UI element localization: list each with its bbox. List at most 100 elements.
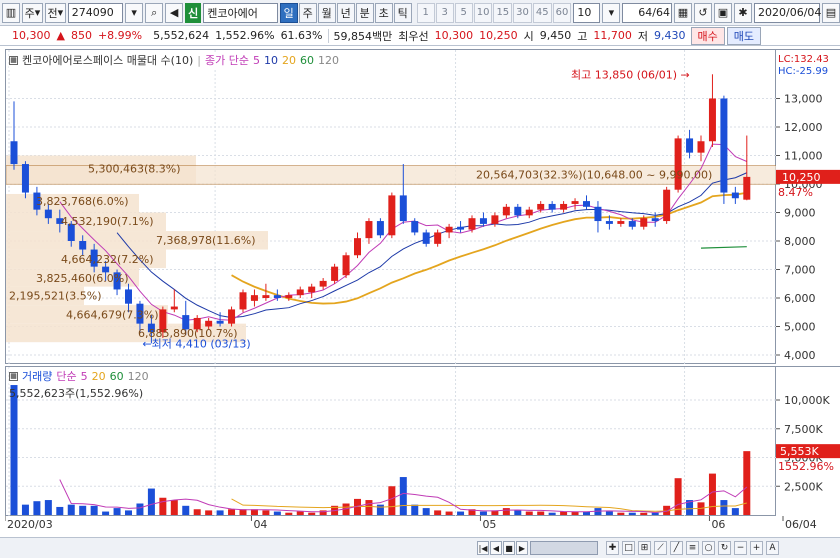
save-button[interactable]: ▣ bbox=[714, 2, 732, 23]
scroll-next-button[interactable]: ▶ bbox=[516, 541, 528, 555]
grid-icon: ▦ bbox=[677, 6, 689, 19]
volume-bar bbox=[651, 512, 659, 515]
volume-bar bbox=[411, 504, 419, 515]
interval-button[interactable]: 3 bbox=[435, 2, 454, 23]
candle-body bbox=[296, 289, 304, 296]
market-selector[interactable]: 전 ▾ bbox=[44, 2, 66, 23]
price-tick-label: 5,000 bbox=[784, 321, 816, 334]
high-price: 11,700 bbox=[593, 29, 632, 42]
minus-icon[interactable]: − bbox=[734, 541, 747, 555]
interval-button[interactable]: 60 bbox=[552, 2, 572, 23]
volume-bar bbox=[365, 500, 373, 515]
candle-body bbox=[319, 280, 327, 287]
volume-chart-pane[interactable]: ▦ 거래량 단순 5 20 60 120 5,552,623주(1,552.96… bbox=[5, 366, 777, 517]
interval-buttons: 1 3 5 10 15 30 45 60 bbox=[416, 2, 572, 23]
crosshair-icon[interactable]: ✚ bbox=[606, 541, 619, 555]
scroll-thumb[interactable] bbox=[530, 541, 598, 555]
legend-ma120: 120 bbox=[317, 53, 339, 67]
trade-amount: 59,854백만 bbox=[333, 29, 393, 43]
candle-body bbox=[640, 218, 648, 227]
search-button[interactable]: ⌕ bbox=[145, 2, 164, 23]
candle-body bbox=[273, 295, 281, 298]
volume-bar bbox=[525, 511, 533, 515]
price-tick-label: 9,000 bbox=[784, 207, 816, 220]
interval-button[interactable]: 1 bbox=[416, 2, 435, 23]
volume-bar bbox=[399, 477, 407, 515]
volume-bar bbox=[170, 500, 178, 515]
period-tab[interactable]: 월 bbox=[317, 2, 336, 23]
interval-dropdown-button[interactable]: ▾ bbox=[602, 2, 621, 23]
high-annotation: 최고 13,850 (06/01) → bbox=[571, 68, 690, 81]
volume-bar bbox=[216, 510, 224, 515]
buy-button[interactable]: 매수 bbox=[690, 26, 725, 45]
volume-bar bbox=[388, 486, 396, 515]
chart-type-icon[interactable]: ▥ bbox=[2, 2, 20, 23]
interval-button[interactable]: 15 bbox=[493, 2, 513, 23]
candle-body bbox=[21, 164, 29, 193]
candle-body bbox=[720, 98, 728, 193]
settings-button[interactable]: ✱ bbox=[734, 2, 752, 23]
stock-code-input[interactable]: 274090 bbox=[67, 2, 124, 23]
circle-icon[interactable]: ○ bbox=[702, 541, 715, 555]
candle-body bbox=[571, 201, 579, 204]
refresh-icon[interactable]: ↻ bbox=[718, 541, 731, 555]
fib-icon[interactable]: ≡ bbox=[686, 541, 699, 555]
volume-bar bbox=[720, 500, 728, 515]
candle-body bbox=[697, 141, 705, 153]
up-arrow-icon: ▲ bbox=[56, 29, 65, 42]
type-selector[interactable]: 주 ▾ bbox=[22, 2, 43, 23]
high-label: 고 bbox=[577, 29, 588, 43]
legend-ma60: 60 bbox=[299, 53, 314, 67]
volume-profile-label: 7,368,978(11.6%) bbox=[156, 234, 256, 247]
current-volume-pct: 1552.96% bbox=[778, 460, 834, 473]
square-icon[interactable]: □ bbox=[622, 541, 635, 555]
scroll-prev-button[interactable]: ◀ bbox=[490, 541, 502, 555]
period-tab[interactable]: 초 bbox=[374, 2, 393, 23]
interval-button[interactable]: 10 bbox=[473, 2, 493, 23]
zoom-icon[interactable]: ⊞ bbox=[638, 541, 651, 555]
scroll-first-button[interactable]: |◀ bbox=[477, 541, 489, 555]
date-input[interactable]: 2020/06/04 bbox=[754, 2, 821, 23]
volume-bar bbox=[44, 500, 52, 515]
volume-bar bbox=[479, 511, 487, 515]
interval-button[interactable]: 30 bbox=[513, 2, 532, 23]
candle-body bbox=[663, 189, 671, 222]
volume-bar bbox=[434, 510, 442, 515]
sell-button[interactable]: 매도 bbox=[726, 26, 761, 45]
interval-button[interactable]: 45 bbox=[532, 2, 552, 23]
interval-button[interactable]: 5 bbox=[454, 2, 473, 23]
sound-button[interactable]: ◀ bbox=[165, 2, 184, 23]
period-tab[interactable]: 틱 bbox=[393, 2, 412, 23]
volume-profile-label: 4,664,679(7.3%) bbox=[66, 309, 159, 322]
period-tab[interactable]: 분 bbox=[355, 2, 374, 23]
volume-bar bbox=[376, 504, 384, 515]
time-tick-label: 04 bbox=[253, 518, 267, 531]
volume-bar bbox=[422, 508, 430, 515]
calendar-button[interactable]: ▤ bbox=[822, 2, 840, 23]
candle-body bbox=[434, 232, 442, 244]
volume-bar bbox=[296, 511, 304, 515]
volume-profile-label: 20,564,703(32.3%)(10,648.00 ~ 9,990.00) bbox=[476, 169, 712, 182]
time-axis: 2020/03 04 05 06 06/04 bbox=[5, 516, 840, 532]
grid-button[interactable]: ▦ bbox=[674, 2, 692, 23]
current-price-tag-text: 10,250 bbox=[782, 171, 821, 184]
save-icon: ▣ bbox=[717, 6, 729, 19]
line-icon[interactable]: ╱ bbox=[670, 541, 683, 555]
search-icon: ⌕ bbox=[151, 5, 158, 19]
price-chart-pane[interactable]: 5,300,463(8.3%) 20,564,703(32.3%)(10,648.… bbox=[5, 49, 777, 365]
interval-input[interactable]: 10 bbox=[573, 2, 601, 23]
legend-icon: ▦ bbox=[9, 55, 18, 65]
scroll-stop-button[interactable]: ■ bbox=[503, 541, 515, 555]
code-dropdown-button[interactable]: ▾ bbox=[125, 2, 144, 23]
count-input[interactable]: 64/64 bbox=[622, 2, 672, 23]
best-ask: 10,300 bbox=[434, 29, 474, 42]
trend-icon[interactable]: ⟋ bbox=[654, 541, 667, 555]
legend-icon: ▦ bbox=[9, 371, 18, 381]
plus-icon[interactable]: + bbox=[750, 541, 763, 555]
history-button[interactable]: ↺ bbox=[694, 2, 712, 23]
period-tab[interactable]: 년 bbox=[336, 2, 355, 23]
type-code: 주 bbox=[24, 6, 35, 20]
period-tab[interactable]: 주 bbox=[298, 2, 317, 23]
text-icon[interactable]: A bbox=[766, 541, 779, 555]
period-tab[interactable]: 일 bbox=[279, 2, 298, 23]
